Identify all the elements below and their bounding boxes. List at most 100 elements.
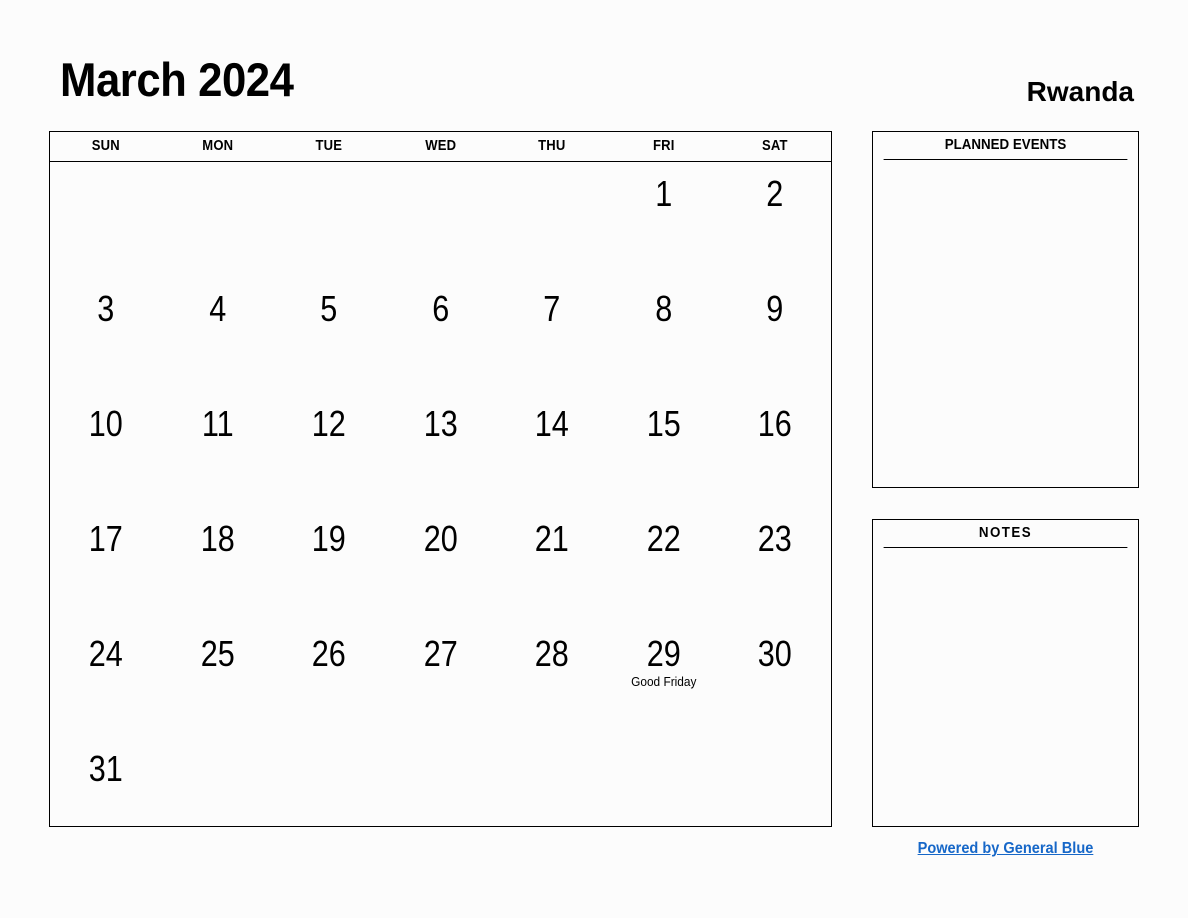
calendar-week-row: 10 11 12 13 14 15 16: [50, 392, 831, 507]
calendar-day-cell[interactable]: 6: [385, 277, 497, 392]
planned-events-panel: PLANNED EVENTS: [872, 131, 1139, 488]
calendar-day-cell[interactable]: 7: [496, 277, 608, 392]
day-number: 21: [535, 518, 570, 559]
calendar-day-cell[interactable]: 12: [273, 392, 385, 507]
weekday-thu: THU: [538, 138, 566, 154]
calendar-week-row: 31: [50, 737, 831, 840]
notes-body[interactable]: [873, 548, 1138, 825]
day-number: 14: [535, 403, 570, 444]
day-number: 28: [535, 633, 570, 674]
calendar-day-cell[interactable]: 17: [50, 507, 162, 622]
country-label: Rwanda: [1026, 76, 1134, 107]
calendar-day-empty: [162, 737, 274, 840]
day-number: 2: [766, 173, 784, 214]
calendar-day-cell[interactable]: 13: [385, 392, 497, 507]
day-number: 24: [88, 633, 123, 674]
calendar-day-cell[interactable]: 1: [608, 162, 720, 277]
calendar-day-cell[interactable]: 28: [496, 622, 608, 737]
calendar-day-cell[interactable]: 30: [719, 622, 831, 737]
calendar-day-cell[interactable]: 4: [162, 277, 274, 392]
calendar-day-cell[interactable]: 14: [496, 392, 608, 507]
page-title: March 2024: [60, 53, 294, 106]
calendar-day-cell[interactable]: 21: [496, 507, 608, 622]
day-number: 20: [423, 518, 458, 559]
page-header: March 2024 Rwanda: [0, 0, 1188, 130]
day-number: 9: [766, 288, 784, 329]
calendar-day-cell[interactable]: 11: [162, 392, 274, 507]
calendar-day-empty: [719, 737, 831, 840]
day-number: 18: [200, 518, 235, 559]
day-number: 23: [758, 518, 793, 559]
notes-panel: NOTES: [872, 519, 1139, 827]
weekday-sun: SUN: [91, 138, 120, 154]
calendar-day-cell[interactable]: 16: [719, 392, 831, 507]
calendar-day-cell[interactable]: 29 Good Friday: [608, 622, 720, 737]
day-number: 19: [311, 518, 346, 559]
calendar-day-cell[interactable]: 22: [608, 507, 720, 622]
day-number: 29: [646, 633, 681, 674]
day-number: 10: [88, 403, 123, 444]
powered-by-link[interactable]: Powered by General Blue: [918, 840, 1094, 858]
calendar-week-row: 3 4 5 6 7 8 9: [50, 277, 831, 392]
weekday-tue: TUE: [315, 138, 343, 154]
day-number: 27: [423, 633, 458, 674]
notes-title: NOTES: [883, 520, 1128, 548]
calendar-week-row: 24 25 26 27 28 29 Good Friday 30: [50, 622, 831, 737]
calendar-day-cell[interactable]: 9: [719, 277, 831, 392]
day-number: 17: [88, 518, 123, 559]
calendar-day-cell[interactable]: 18: [162, 507, 274, 622]
calendar-day-empty: [273, 737, 385, 840]
day-number: 30: [758, 633, 793, 674]
calendar-day-empty: [608, 737, 720, 840]
calendar-day-cell[interactable]: 26: [273, 622, 385, 737]
calendar-day-cell[interactable]: 15: [608, 392, 720, 507]
day-number: 22: [646, 518, 681, 559]
day-number: 31: [88, 748, 123, 789]
calendar-grid: SUN MON TUE WED THU FRI SAT 1 2 3 4 5 6 7 8 9 10 11 12 13 1…: [49, 131, 832, 827]
day-number: 11: [201, 403, 234, 444]
calendar-day-empty: [385, 737, 497, 840]
weekday-fri: FRI: [652, 138, 675, 154]
day-number: 12: [311, 403, 346, 444]
calendar-day-cell[interactable]: 3: [50, 277, 162, 392]
calendar-day-cell[interactable]: 10: [50, 392, 162, 507]
day-number: 6: [432, 288, 450, 329]
calendar-day-cell[interactable]: 24: [50, 622, 162, 737]
calendar-day-cell[interactable]: 20: [385, 507, 497, 622]
day-number: 7: [543, 288, 561, 329]
day-number: 8: [655, 288, 673, 329]
calendar-day-cell[interactable]: 25: [162, 622, 274, 737]
calendar-week-row: 12: [50, 162, 831, 277]
calendar-day-cell[interactable]: 8: [608, 277, 720, 392]
calendar-day-cell[interactable]: 19: [273, 507, 385, 622]
calendar-day-empty: [162, 162, 274, 277]
day-number: 15: [646, 403, 681, 444]
day-number: 25: [200, 633, 235, 674]
calendar-week-row: 17 18 19 20 21 22 23: [50, 507, 831, 622]
weekday-sat: SAT: [762, 138, 789, 154]
calendar-day-cell[interactable]: 5: [273, 277, 385, 392]
calendar-weeks: 1 2 3 4 5 6 7 8 9 10 11 12 13 14 15 16 17 18 19 20 21 22 23 24 2…: [50, 162, 831, 840]
day-number: 4: [208, 288, 226, 329]
day-number: 13: [423, 403, 458, 444]
calendar-day-empty: [496, 162, 608, 277]
calendar-day-cell[interactable]: 27: [385, 622, 497, 737]
calendar-day-cell[interactable]: 23: [719, 507, 831, 622]
day-number: 5: [320, 288, 338, 329]
day-number: 16: [758, 403, 793, 444]
page-footer: Powered by General Blue: [872, 840, 1139, 858]
planned-events-title: PLANNED EVENTS: [883, 132, 1128, 160]
weekday-mon: MON: [201, 138, 233, 154]
calendar-day-empty: [496, 737, 608, 840]
calendar-day-empty: [273, 162, 385, 277]
weekday-wed: WED: [425, 138, 457, 154]
day-number: 26: [311, 633, 346, 674]
day-number: 3: [97, 288, 115, 329]
calendar-day-empty: [50, 162, 162, 277]
planned-events-body[interactable]: [873, 160, 1138, 486]
weekday-header-row: SUN MON TUE WED THU FRI SAT: [50, 132, 831, 162]
calendar-day-cell[interactable]: 31: [50, 737, 162, 840]
day-holiday-label: Good Friday: [631, 675, 697, 689]
calendar-day-cell[interactable]: 2: [719, 162, 831, 277]
calendar-day-empty: [385, 162, 497, 277]
